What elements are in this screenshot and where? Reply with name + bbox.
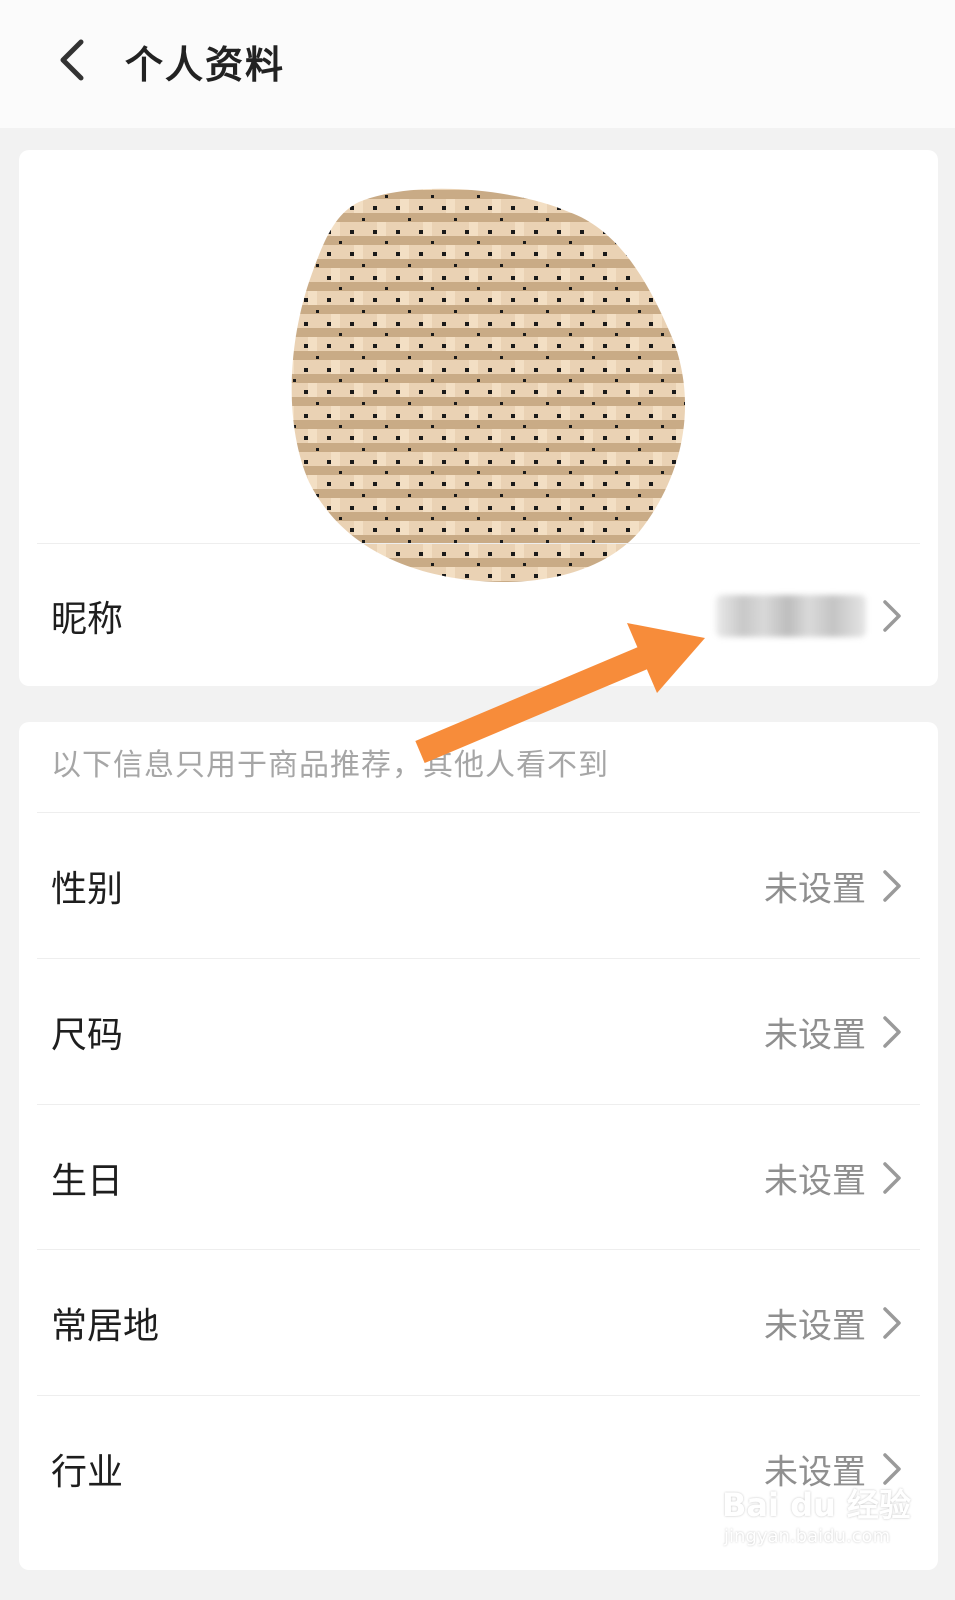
profile-card: 昵称 (19, 150, 938, 686)
info-row-residence[interactable]: 常居地 未设置 (19, 1250, 938, 1395)
watermark-url: jingyan.baidu.com (724, 1526, 891, 1547)
page-title: 个人资料 (125, 43, 286, 87)
back-button[interactable] (44, 30, 100, 90)
row-value: 未设置 (764, 1161, 866, 1201)
chevron-right-icon (883, 1015, 901, 1048)
watermark: Bai du 经验 jingyan.baidu.com (722, 1480, 922, 1560)
nickname-row[interactable]: 昵称 (19, 543, 938, 688)
row-label: 性别 (51, 868, 124, 910)
privacy-notice: 以下信息只用于商品推荐，其他人看不到 (51, 748, 609, 783)
nickname-value-blurred (716, 594, 866, 637)
row-value: 未设置 (764, 869, 866, 909)
chevron-right-icon (883, 869, 901, 902)
row-label: 生日 (51, 1160, 124, 1202)
watermark-brand: Bai du 经验 (722, 1486, 911, 1524)
chevron-left-icon (60, 39, 84, 81)
top-bar: 个人资料 (0, 0, 955, 128)
chevron-right-icon (883, 1306, 901, 1339)
row-label: 尺码 (51, 1014, 124, 1056)
avatar[interactable] (279, 182, 699, 592)
info-row-birthday[interactable]: 生日 未设置 (19, 1105, 938, 1250)
nickname-label: 昵称 (51, 598, 124, 640)
row-value: 未设置 (764, 1306, 866, 1346)
info-card: 以下信息只用于商品推荐，其他人看不到 性别 未设置 尺码 未设置 生日 未设置 … (19, 722, 938, 1570)
row-label: 常居地 (51, 1305, 160, 1347)
info-row-size[interactable]: 尺码 未设置 (19, 959, 938, 1104)
row-value: 未设置 (764, 1015, 866, 1055)
chevron-right-icon (883, 599, 901, 632)
chevron-right-icon (883, 1161, 901, 1194)
info-row-gender[interactable]: 性别 未设置 (19, 813, 938, 958)
row-label: 行业 (51, 1451, 124, 1493)
